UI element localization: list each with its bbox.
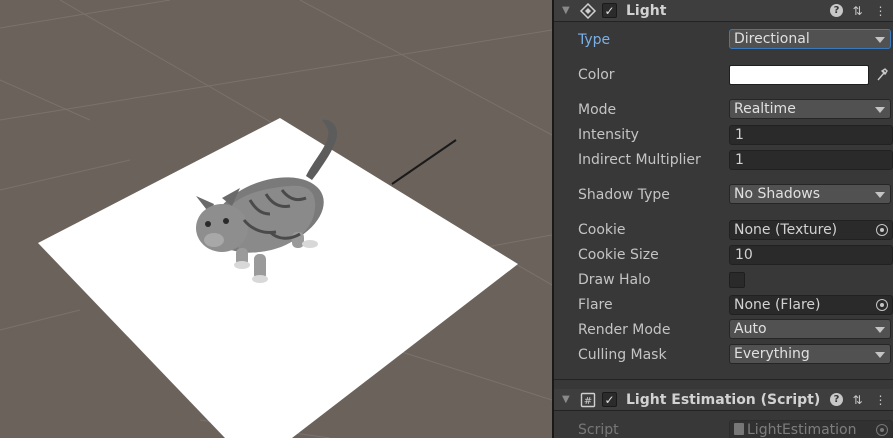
shadow-type-dropdown[interactable]: No Shadows <box>729 184 891 204</box>
chevron-down-icon <box>875 352 885 358</box>
light-direction-gizmo[interactable] <box>391 139 457 185</box>
light-estimation-component-header[interactable]: ▼ # ✓ Light Estimation (Script) ? ⇅ ⋮ <box>554 389 893 411</box>
cookie-size-field[interactable]: 10 <box>729 245 893 265</box>
light-icon <box>578 2 598 20</box>
flare-value: None (Flare) <box>734 297 821 313</box>
light-component-header[interactable]: ▼ ✓ Light ? ⇅ ⋮ <box>554 0 893 22</box>
draw-halo-label: Draw Halo <box>578 272 651 288</box>
component-separator <box>554 379 893 380</box>
cookie-value: None (Texture) <box>734 222 838 238</box>
svg-text:#: # <box>584 396 592 407</box>
foldout-arrow-icon[interactable]: ▼ <box>562 5 572 16</box>
foldout-arrow-icon[interactable]: ▼ <box>562 394 572 405</box>
script-value: LightEstimation <box>747 422 857 438</box>
draw-halo-checkbox[interactable] <box>729 272 745 288</box>
intensity-label[interactable]: Intensity <box>578 127 639 143</box>
help-icon[interactable]: ? <box>830 4 843 17</box>
cookie-object-field[interactable]: None (Texture) <box>729 220 893 240</box>
ground-plane[interactable] <box>38 118 518 438</box>
eyedropper-icon[interactable] <box>873 65 891 85</box>
script-file-icon <box>734 423 744 435</box>
shadow-type-value: No Shadows <box>734 186 821 202</box>
help-icon[interactable]: ? <box>830 393 843 406</box>
scene-view[interactable] <box>0 0 552 438</box>
cookie-label: Cookie <box>578 222 626 238</box>
chevron-down-icon <box>875 327 885 333</box>
object-picker-icon[interactable] <box>876 299 888 311</box>
chevron-down-icon <box>875 37 885 43</box>
type-dropdown[interactable]: Directional <box>729 29 891 49</box>
color-swatch[interactable] <box>729 65 869 85</box>
scene-canvas[interactable] <box>0 0 552 438</box>
object-picker-icon[interactable] <box>876 224 888 236</box>
render-mode-value: Auto <box>734 321 767 337</box>
script-label: Script <box>578 422 619 438</box>
type-label: Type <box>578 32 611 48</box>
chevron-down-icon <box>875 107 885 113</box>
type-value: Directional <box>734 31 810 47</box>
light-enabled-checkbox[interactable]: ✓ <box>602 3 617 18</box>
flare-label: Flare <box>578 297 613 313</box>
script-icon: # <box>578 391 598 409</box>
inspector-panel: ▼ ✓ Light ? ⇅ ⋮ Type Directional Color M… <box>554 0 893 438</box>
mode-dropdown[interactable]: Realtime <box>729 99 891 119</box>
presets-icon[interactable]: ⇅ <box>849 2 866 19</box>
render-mode-dropdown[interactable]: Auto <box>729 319 891 339</box>
culling-mask-dropdown[interactable]: Everything <box>729 344 891 364</box>
shadow-type-label: Shadow Type <box>578 187 670 203</box>
chevron-down-icon <box>875 192 885 198</box>
light-component-title: Light <box>626 2 667 19</box>
light-estimation-enabled-checkbox[interactable]: ✓ <box>602 392 617 407</box>
script-object-field: LightEstimation <box>729 420 893 438</box>
light-estimation-component-title: Light Estimation (Script) <box>626 391 821 408</box>
flare-object-field[interactable]: None (Flare) <box>729 295 893 315</box>
culling-mask-label: Culling Mask <box>578 347 667 363</box>
color-label: Color <box>578 67 615 83</box>
object-picker-icon <box>876 424 888 436</box>
culling-mask-value: Everything <box>734 346 810 362</box>
mode-value: Realtime <box>734 101 796 117</box>
intensity-field[interactable]: 1 <box>729 125 893 145</box>
indirect-multiplier-field[interactable]: 1 <box>729 150 893 170</box>
indirect-multiplier-label[interactable]: Indirect Multiplier <box>578 152 701 168</box>
mode-label: Mode <box>578 102 617 118</box>
render-mode-label: Render Mode <box>578 322 671 338</box>
context-menu-icon[interactable]: ⋮ <box>872 2 889 19</box>
cookie-size-label[interactable]: Cookie Size <box>578 247 659 263</box>
context-menu-icon[interactable]: ⋮ <box>872 391 889 408</box>
presets-icon[interactable]: ⇅ <box>849 391 866 408</box>
